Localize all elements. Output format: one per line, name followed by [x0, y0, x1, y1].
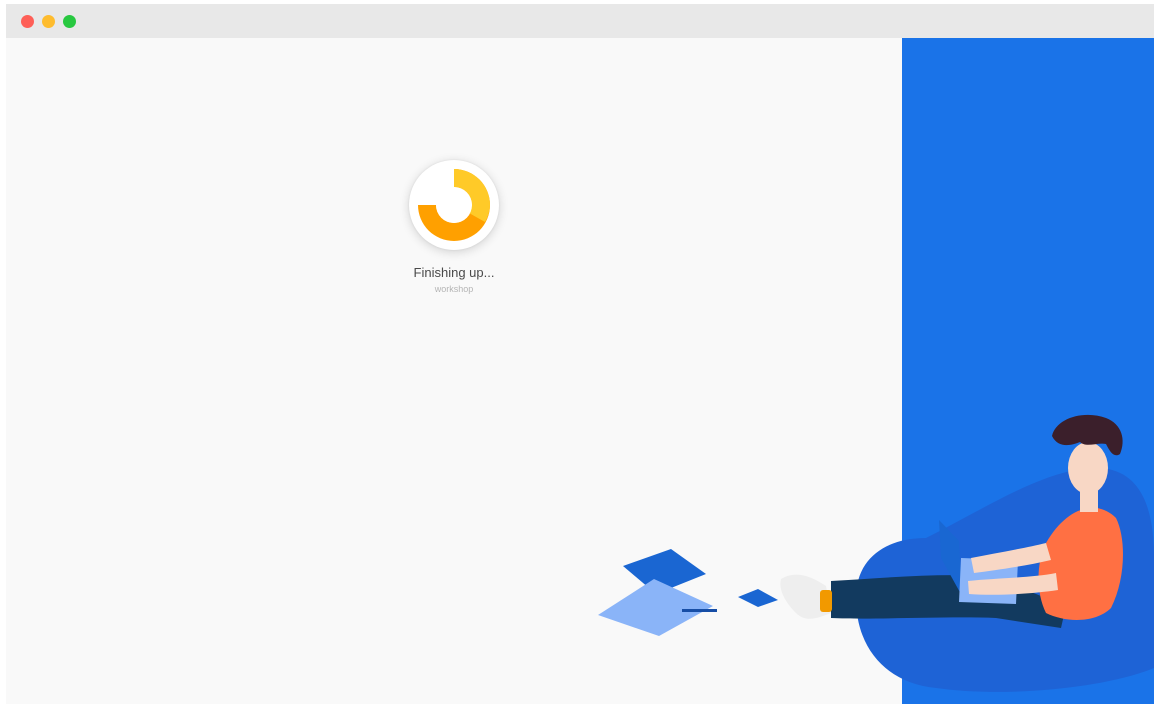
person-with-laptop-illustration: [598, 414, 1154, 692]
close-window-button[interactable]: [21, 15, 34, 28]
title-bar: [6, 4, 1154, 38]
app-window: Finishing up... workshop: [6, 4, 1154, 704]
maximize-window-button[interactable]: [63, 15, 76, 28]
minimize-window-button[interactable]: [42, 15, 55, 28]
main-content: Finishing up... workshop: [6, 38, 1154, 704]
